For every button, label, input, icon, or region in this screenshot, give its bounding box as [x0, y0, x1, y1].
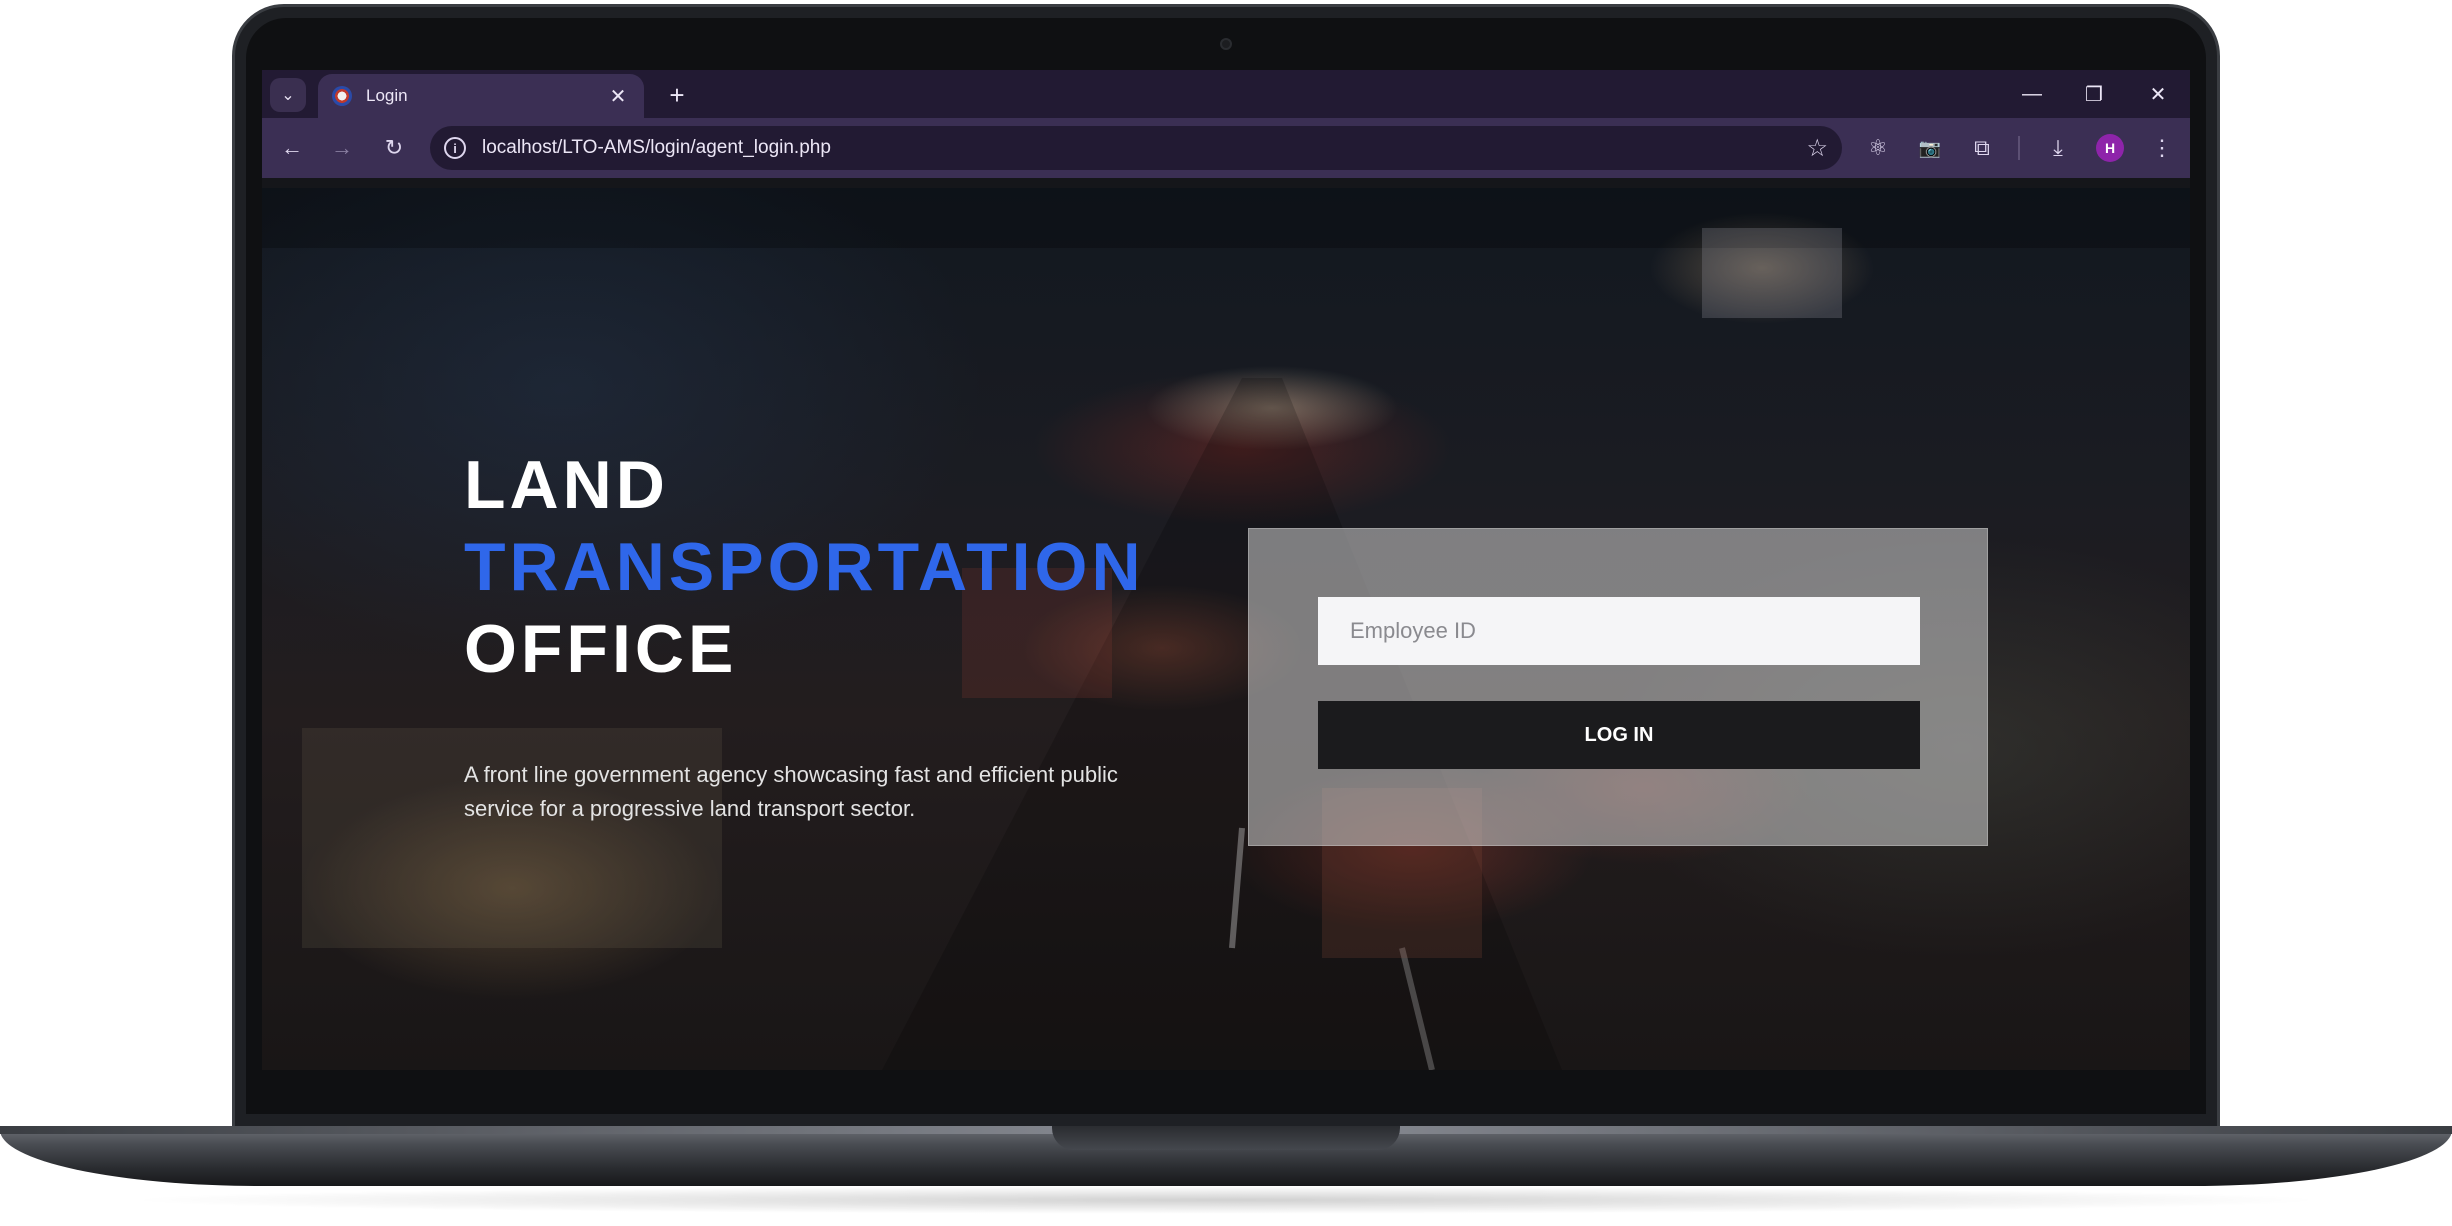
laptop-shadow [120, 1186, 2332, 1214]
avatar: H [2096, 134, 2124, 162]
window-close-icon[interactable]: ✕ [2134, 76, 2182, 112]
profile-button[interactable]: H [2092, 130, 2128, 166]
forward-icon[interactable]: → [324, 130, 360, 166]
restore-icon[interactable]: ❐ [2070, 76, 2118, 112]
site-favicon-icon [332, 86, 352, 106]
browser-tab-strip: ⌄ Login ✕ + — ❐ ✕ [262, 70, 2190, 118]
reload-icon[interactable]: ↻ [376, 130, 412, 166]
login-button[interactable]: LOG IN [1318, 701, 1920, 769]
toolbar-divider [2018, 136, 2020, 160]
react-devtools-icon[interactable]: ⚛ [1860, 130, 1896, 166]
downloads-icon[interactable]: ⤓ [2040, 130, 2076, 166]
address-bar[interactable]: i localhost/LTO-AMS/login/agent_login.ph… [430, 126, 1842, 170]
url-text[interactable]: localhost/LTO-AMS/login/agent_login.php [482, 137, 1806, 159]
title-line-office: OFFICE [464, 611, 738, 687]
back-icon[interactable]: ← [274, 130, 310, 166]
tab-login[interactable]: Login ✕ [318, 74, 644, 118]
webcam [1220, 38, 1232, 50]
camera-extension-icon[interactable]: 📷 [1912, 130, 1948, 166]
agency-tagline: A front line government agency showcasin… [464, 762, 1118, 821]
screen: ⌄ Login ✕ + — ❐ ✕ ← → ↻ i localhost/LTO-… [262, 70, 2190, 1070]
employee-id-input[interactable] [1318, 597, 1920, 665]
bookmark-star-icon[interactable]: ☆ [1806, 134, 1828, 163]
tab-close-icon[interactable]: ✕ [606, 84, 630, 109]
extensions-puzzle-icon[interactable]: ⧉ [1964, 130, 2000, 166]
browser-menu-icon[interactable]: ⋮ [2144, 130, 2180, 166]
tab-title: Login [366, 86, 408, 105]
title-line-transportation: TRANSPORTATION [464, 529, 1145, 605]
tab-search-icon[interactable]: ⌄ [270, 78, 306, 112]
login-card: LOG IN [1248, 528, 1988, 846]
login-page: LAND TRANSPORTATION OFFICE A front line … [262, 188, 2190, 1070]
laptop-opening-notch [1052, 1126, 1400, 1150]
site-info-icon[interactable]: i [444, 137, 466, 159]
laptop-mockup: ⌄ Login ✕ + — ❐ ✕ ← → ↻ i localhost/LTO-… [0, 0, 2452, 1226]
new-tab-icon[interactable]: + [660, 78, 694, 112]
browser-toolbar: ← → ↻ i localhost/LTO-AMS/login/agent_lo… [262, 118, 2190, 178]
title-line-land: LAND [464, 447, 669, 523]
agency-title: LAND TRANSPORTATION OFFICE [464, 444, 1145, 690]
minimize-icon[interactable]: — [2008, 76, 2056, 112]
